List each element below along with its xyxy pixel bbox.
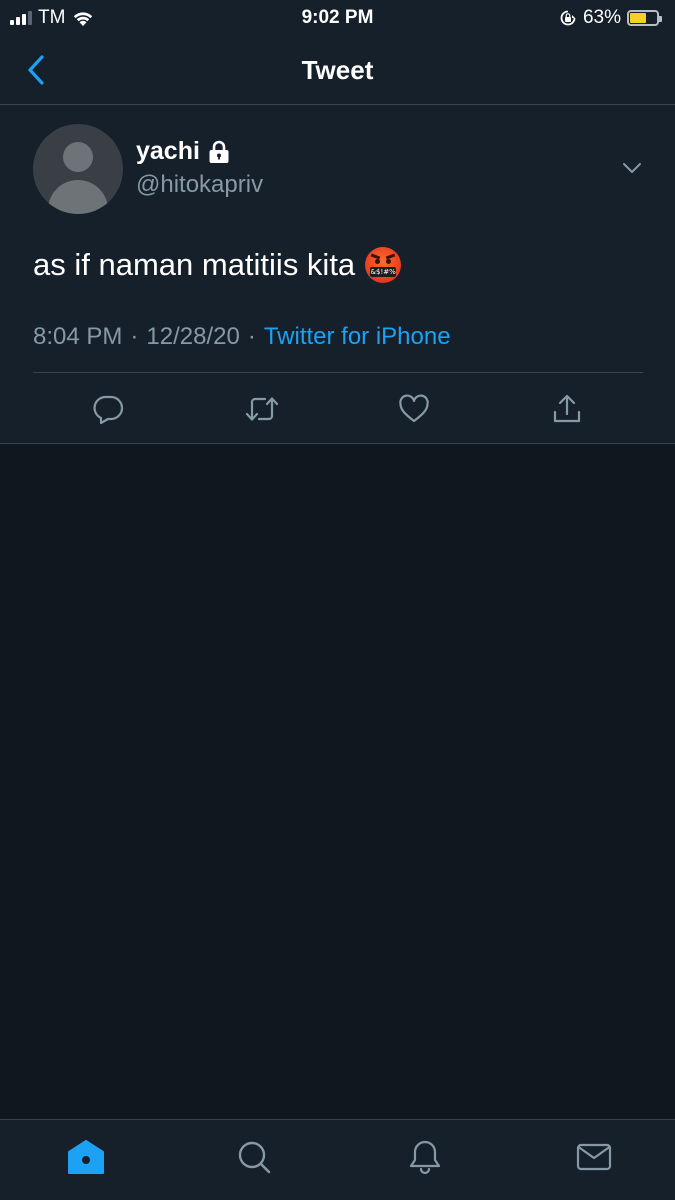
divider xyxy=(33,372,643,373)
share-button[interactable] xyxy=(547,389,587,429)
reply-icon xyxy=(93,395,124,425)
notifications-icon xyxy=(409,1140,441,1175)
search-icon xyxy=(238,1141,271,1174)
status-bar: TM 9:02 PM 63% xyxy=(0,0,675,36)
status-bar-right: 63% xyxy=(559,7,662,29)
battery-icon xyxy=(627,10,662,26)
tweet-text-content: as if naman matitiis kita xyxy=(33,247,356,282)
avatar-body xyxy=(48,180,108,214)
tweet-date: 12/28/20 xyxy=(146,323,240,350)
cellular-signal-icon xyxy=(10,11,32,25)
status-bar-left: TM xyxy=(10,7,95,29)
share-icon xyxy=(553,394,581,423)
tweet-text: as if naman matitiis kita &$!#% xyxy=(33,247,402,283)
back-button[interactable] xyxy=(26,53,56,87)
face-with-symbols-on-mouth-icon: &$!#% xyxy=(365,247,402,283)
lock-icon xyxy=(209,140,229,163)
tab-messages[interactable] xyxy=(574,1137,614,1177)
like-button[interactable] xyxy=(394,389,434,429)
tweet-meta: 8:04 PM · 12/28/20 · Twitter for iPhone xyxy=(33,323,451,351)
tab-home[interactable] xyxy=(66,1137,106,1177)
tweet-actions xyxy=(0,389,675,429)
chevron-left-icon xyxy=(28,55,44,85)
user-handle[interactable]: @hitokapriv xyxy=(136,171,263,199)
tweet-time: 8:04 PM xyxy=(33,323,123,350)
page-title: Tweet xyxy=(301,54,374,85)
tab-bar xyxy=(0,1119,675,1200)
chevron-down-icon xyxy=(623,163,641,173)
meta-separator: · xyxy=(247,323,256,350)
battery-percent: 63% xyxy=(582,7,621,28)
carrier-label: TM xyxy=(38,7,66,28)
tab-search[interactable] xyxy=(234,1137,274,1177)
tweet: yachi @hitokapriv as if naman matitiis k… xyxy=(0,105,675,444)
user-display-name: yachi xyxy=(136,137,200,165)
avatar-head xyxy=(63,142,93,172)
messages-icon xyxy=(576,1143,612,1171)
like-icon xyxy=(399,394,429,423)
reply-button[interactable] xyxy=(88,389,128,429)
tab-notifications[interactable] xyxy=(405,1137,445,1177)
meta-separator: · xyxy=(130,323,139,350)
home-icon xyxy=(68,1140,104,1174)
orientation-lock-icon xyxy=(560,10,576,26)
wifi-icon xyxy=(74,12,93,26)
retweet-icon xyxy=(245,397,279,421)
user-name-row[interactable]: yachi xyxy=(136,137,230,166)
battery-level-fill xyxy=(630,13,647,23)
navigation-bar: Tweet xyxy=(0,36,675,105)
retweet-button[interactable] xyxy=(242,389,282,429)
avatar[interactable] xyxy=(33,124,123,214)
tweet-options-button[interactable] xyxy=(620,160,644,176)
tweet-source-link[interactable]: Twitter for iPhone xyxy=(264,323,451,351)
emoji-symbols: &$!#% xyxy=(370,267,397,277)
